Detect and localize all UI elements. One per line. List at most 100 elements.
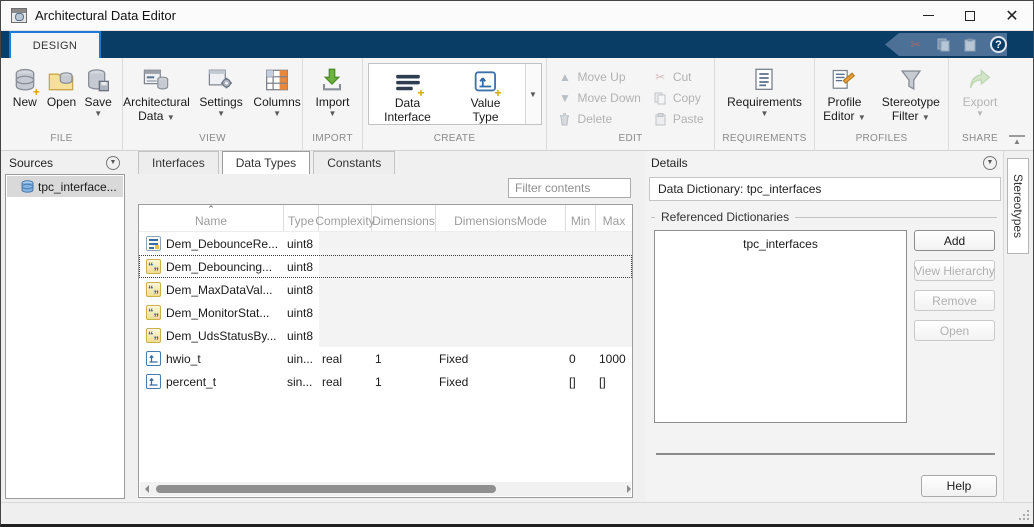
enumeration-icon xyxy=(146,236,161,251)
close-button[interactable]: ✕ xyxy=(991,1,1033,30)
scroll-left-arrow[interactable] xyxy=(140,485,154,493)
tab-constants[interactable]: Constants xyxy=(313,151,396,174)
architectural-data-caret-icon: ▼ xyxy=(166,113,175,122)
details-panel: Details ▼ Data Dictionary: tpc_interface… xyxy=(645,151,1003,501)
columns-button[interactable]: Columns ▼ xyxy=(252,63,302,120)
referenced-dictionary-item[interactable]: tpc_interfaces xyxy=(655,237,906,251)
copy-icon[interactable] xyxy=(936,38,950,52)
tab-data-types[interactable]: Data Types xyxy=(221,151,311,174)
maximize-button[interactable] xyxy=(949,1,991,30)
stereotype-filter-button[interactable]: Stereotype Filter ▼ xyxy=(878,63,944,125)
copy-button[interactable]: Copy xyxy=(649,90,708,106)
tab-interfaces[interactable]: Interfaces xyxy=(138,151,219,174)
open-button[interactable]: Open xyxy=(43,63,80,111)
requirements-button[interactable]: Requirements ▼ xyxy=(723,63,806,120)
create-gallery-dropdown[interactable]: ▼ xyxy=(524,64,541,124)
move-up-button[interactable]: ▲ Move Up xyxy=(553,69,644,85)
column-header-max[interactable]: Max xyxy=(596,205,632,231)
horizontal-scrollbar[interactable] xyxy=(140,482,631,496)
view-hierarchy-button[interactable]: View Hierarchy xyxy=(914,260,995,281)
ribbon: + New Open Save ▼ FILE Architectural Dat… xyxy=(1,58,1033,151)
cut-button[interactable]: ✂ Cut xyxy=(649,69,708,85)
close-icon: ✕ xyxy=(1005,7,1019,25)
scroll-right-arrow[interactable] xyxy=(617,485,631,493)
settings-caret-icon: ▼ xyxy=(217,109,225,118)
tab-stereotypes[interactable]: Stereotypes xyxy=(1007,158,1029,254)
help-icon[interactable]: ? xyxy=(990,36,1007,53)
table-row[interactable]: Dem_DebounceRe... uint8 xyxy=(139,232,632,255)
column-header-dimensions[interactable]: Dimensions xyxy=(372,205,436,231)
section-label-create: CREATE xyxy=(433,133,476,144)
add-button[interactable]: Add xyxy=(914,230,995,251)
table-row[interactable]: percent_t sin... real 1 Fixed [] [] xyxy=(139,370,632,393)
content-panel: Interfaces Data Types Constants ⌃Name Ty… xyxy=(128,151,634,501)
column-header-complexity[interactable]: Complexity xyxy=(315,205,375,231)
profile-editor-icon xyxy=(832,65,856,95)
save-dropdown-caret-icon: ▼ xyxy=(94,109,103,118)
collapse-ribbon-button[interactable]: ▲ xyxy=(1009,135,1025,147)
value-type-button[interactable]: + Value Type xyxy=(447,64,525,124)
ribbon-section-import: Import ▼ IMPORT xyxy=(303,58,363,150)
details-panel-menu-icon[interactable]: ▼ xyxy=(983,155,997,170)
details-separator xyxy=(656,453,995,455)
paste-icon[interactable] xyxy=(963,38,977,52)
save-button[interactable]: Save ▼ xyxy=(80,63,116,120)
copy-pages-icon xyxy=(653,92,668,105)
new-button[interactable]: + New xyxy=(7,63,43,111)
column-header-dimensionsmode[interactable]: DimensionsMode xyxy=(436,205,566,231)
import-button[interactable]: Import ▼ xyxy=(311,63,353,120)
architectural-data-button[interactable]: Architectural Data ▼ xyxy=(123,63,190,125)
table-row[interactable]: hwio_t uin... real 1 Fixed 0 1000 xyxy=(139,347,632,370)
delete-button[interactable]: Delete xyxy=(553,111,644,127)
maximize-icon xyxy=(965,10,975,21)
data-interface-button[interactable]: + Data Interface xyxy=(369,64,447,124)
resize-grip[interactable] xyxy=(1019,510,1029,520)
window-title: Architectural Data Editor xyxy=(35,8,176,23)
export-button[interactable]: Export ▼ xyxy=(959,63,1002,120)
scrollbar-thumb[interactable] xyxy=(156,485,496,493)
columns-grid-icon xyxy=(265,65,289,95)
tab-design[interactable]: DESIGN xyxy=(9,31,101,58)
filter-input[interactable] xyxy=(508,178,631,198)
section-label-profiles: PROFILES xyxy=(855,133,908,144)
sources-panel-title: Sources xyxy=(9,155,54,170)
table-header: ⌃ Name Type Complexity Dimensions Dimensi… xyxy=(139,205,632,232)
remove-button[interactable]: Remove xyxy=(914,290,995,311)
help-button[interactable]: Help xyxy=(921,475,997,497)
cut-icon[interactable]: ✂ xyxy=(909,37,923,52)
settings-button[interactable]: Settings ▼ xyxy=(198,63,244,120)
create-gallery: + Data Interface + Value Type ▼ xyxy=(367,63,542,125)
table-row[interactable]: Dem_MonitorStat... uint8 xyxy=(139,301,632,324)
details-panel-title: Details xyxy=(651,155,688,170)
enumerated-type-icon xyxy=(146,282,161,299)
column-header-type[interactable]: Type xyxy=(284,205,319,231)
section-label-file: FILE xyxy=(50,133,73,144)
move-down-button[interactable]: ▼ Move Down xyxy=(553,90,644,106)
section-label-import: IMPORT xyxy=(312,133,353,144)
value-type-icon xyxy=(146,374,161,389)
profile-editor-button[interactable]: Profile Editor ▼ xyxy=(819,63,870,125)
enumerated-type-icon xyxy=(146,305,161,322)
column-header-min[interactable]: Min xyxy=(566,205,596,231)
source-item-tpc-interfaces[interactable]: tpc_interface... xyxy=(7,176,123,197)
open-folder-icon xyxy=(48,65,74,95)
value-type-icon: + xyxy=(474,68,502,99)
table-row[interactable]: Dem_UdsStatusBy... uint8 xyxy=(139,324,632,347)
save-database-icon xyxy=(87,65,110,95)
open-dictionary-button[interactable]: Open xyxy=(914,320,995,341)
minimize-button[interactable] xyxy=(907,1,949,30)
table-row-selected[interactable]: Dem_Debouncing... uint8 xyxy=(139,255,632,278)
ribbon-section-edit: ▲Move Up ▼Move Down Delete ✂Cut Copy xyxy=(547,58,715,150)
referenced-dictionaries-label: Referenced Dictionaries xyxy=(651,210,997,224)
data-dictionary-label: Data Dictionary: tpc_interfaces xyxy=(649,177,1001,201)
sources-panel-menu-icon[interactable]: ▼ xyxy=(106,155,120,170)
main-area: Sources ▼ tpc_interface... Interfaces Da… xyxy=(1,151,1033,504)
profile-editor-caret-icon: ▼ xyxy=(857,113,866,122)
section-label-requirements: REQUIREMENTS xyxy=(722,133,807,144)
column-header-name[interactable]: ⌃ Name xyxy=(139,205,284,231)
referenced-dictionaries-list[interactable]: tpc_interfaces xyxy=(654,230,907,423)
sources-panel: Sources ▼ tpc_interface... xyxy=(3,151,126,501)
table-row[interactable]: Dem_MaxDataVal... uint8 xyxy=(139,278,632,301)
paste-button[interactable]: Paste xyxy=(649,111,708,127)
requirements-caret-icon: ▼ xyxy=(760,109,769,118)
